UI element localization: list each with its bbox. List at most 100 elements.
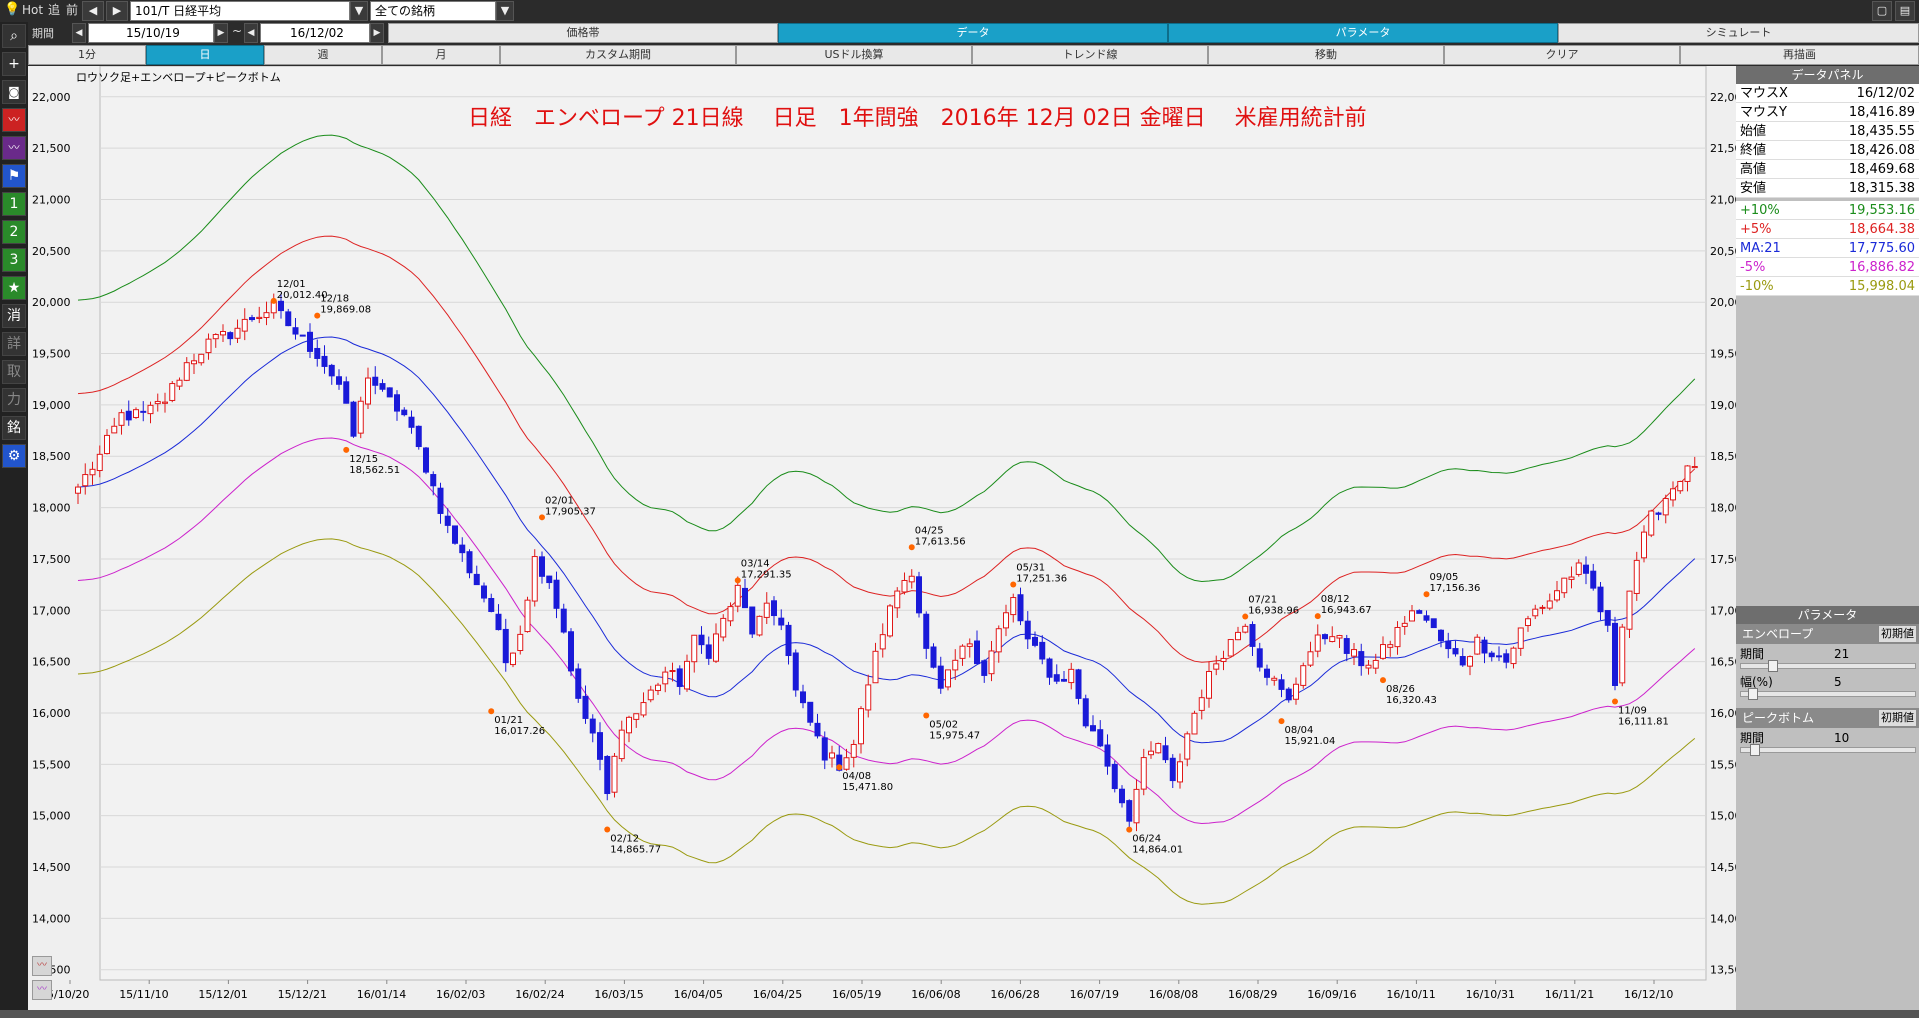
erase-button[interactable]: 消 [2, 304, 26, 328]
tab-usd-convert[interactable]: USドル換算 [736, 45, 972, 65]
candle-body [1648, 510, 1655, 536]
to-next-icon[interactable]: ▶ [370, 23, 384, 43]
initial-button-2[interactable]: 初期値 [1878, 709, 1917, 727]
preset-2-button[interactable]: 2 [2, 220, 26, 244]
candlestick-chart[interactable]: 12/0120,012.4012/1819,869.0812/1518,562.… [28, 66, 1736, 1010]
candle-body [1546, 600, 1553, 609]
line-chart-icon[interactable]: 〰 [2, 108, 26, 132]
width-slider-knob[interactable] [1748, 688, 1758, 700]
period-slider-knob[interactable] [1768, 660, 1778, 672]
mae-button[interactable]: 前 [66, 0, 78, 20]
y-tick-label-left: 22,000 [32, 91, 71, 104]
lightbulb-icon[interactable]: 💡 [4, 2, 20, 18]
bottom-scroll-bar[interactable] [0, 1010, 1919, 1018]
candle-body [1227, 639, 1234, 657]
candle-body [220, 330, 226, 336]
candle-body [1235, 631, 1241, 641]
data-panel-key: +5% [1740, 222, 1772, 237]
line-chart-icon[interactable]: 〰 [2, 136, 26, 160]
tab-price-band[interactable]: 価格帯 [388, 23, 778, 43]
tab-data[interactable]: データ [778, 23, 1168, 43]
peak-marker [343, 446, 350, 453]
candle-body [720, 617, 727, 638]
peak-value-label: 17,291.35 [741, 569, 792, 580]
candle-body [1525, 618, 1531, 627]
candle-body [589, 718, 596, 734]
symbol-dropdown-icon[interactable]: ▼ [350, 1, 368, 21]
data-panel-key: -10% [1740, 279, 1774, 294]
tab-month[interactable]: 月 [382, 45, 500, 65]
menu-button[interactable]: ▤ [1895, 1, 1915, 21]
preset-1-button[interactable]: 1 [2, 192, 26, 216]
candle-body [1655, 512, 1662, 515]
forward-arrow-icon[interactable]: ▶ [106, 1, 128, 21]
peak-date-label: 07/21 [1248, 595, 1277, 606]
symbol-button[interactable]: 銘 [2, 416, 26, 440]
tab-parameter[interactable]: パラメータ [1168, 23, 1558, 43]
tab-trendline[interactable]: トレンド線 [972, 45, 1208, 65]
tab-day[interactable]: 日 [146, 45, 264, 65]
candle-body [1670, 488, 1676, 501]
candle-body [394, 394, 400, 412]
tab-simulate[interactable]: シミュレート [1558, 23, 1919, 43]
candle-body [154, 400, 161, 405]
peak-period-slider-knob[interactable] [1750, 744, 1760, 756]
flag-icon[interactable]: ⚑ [2, 164, 26, 188]
candle-body [430, 474, 437, 487]
preset-3-button[interactable]: 3 [2, 248, 26, 272]
camera-icon[interactable]: ◙ [2, 80, 26, 104]
star-icon[interactable]: ★ [2, 276, 26, 300]
data-panel-row: MA:21 17,775.60 [1736, 239, 1919, 258]
y-tick-label-left: 18,000 [32, 502, 71, 515]
candle-body [829, 752, 835, 759]
peak-period-slider[interactable] [1740, 747, 1916, 753]
line-chart-icon[interactable]: 〰 [32, 980, 52, 1000]
candle-body [481, 585, 487, 599]
date-to-field[interactable]: 16/12/02 [260, 23, 370, 43]
back-arrow-icon[interactable]: ◀ [82, 1, 104, 21]
candle-body [1474, 636, 1481, 655]
tab-custom-period[interactable]: カスタム期間 [500, 45, 736, 65]
tsui-button[interactable]: 追 [48, 0, 60, 20]
period-param-value: 21 [1834, 647, 1850, 661]
data-panel-row: マウスY 18,416.89 [1736, 103, 1919, 122]
candle-body [1097, 729, 1104, 747]
tab-week[interactable]: 週 [264, 45, 382, 65]
candle-body [1213, 663, 1220, 670]
peak-value-label: 17,905.37 [545, 506, 596, 517]
power-button[interactable]: 力 [2, 388, 26, 412]
from-next-icon[interactable]: ▶ [214, 23, 228, 43]
peak-date-label: 05/31 [1016, 562, 1045, 573]
search-icon[interactable]: ⌕ [2, 24, 26, 48]
tab-clear[interactable]: クリア [1444, 45, 1680, 65]
tab-redraw[interactable]: 再描画 [1680, 45, 1919, 65]
right-panel: データパネル マウスX 16/12/02 マウスY 18,416.89 始値 18,435… [1736, 66, 1919, 1018]
period-slider[interactable] [1740, 663, 1916, 669]
candle-body [792, 652, 799, 691]
close-button[interactable]: ▢ [1872, 1, 1892, 21]
peak-date-label: 04/08 [842, 771, 871, 782]
tab-1min[interactable]: 1分 [28, 45, 146, 65]
initial-button-1[interactable]: 初期値 [1878, 625, 1917, 643]
candle-body [1111, 763, 1118, 790]
symbol-field[interactable]: 101/T 日経平均 [130, 1, 350, 21]
candle-body [763, 602, 770, 618]
to-prev-icon[interactable]: ◀ [244, 23, 258, 43]
x-tick-label: 16/08/29 [1228, 988, 1277, 1001]
gear-icon[interactable]: ⚙ [2, 444, 26, 468]
line-chart-icon[interactable]: 〰 [32, 956, 52, 976]
from-prev-icon[interactable]: ◀ [72, 23, 86, 43]
crosshair-icon[interactable]: + [2, 52, 26, 76]
tab-move[interactable]: 移動 [1208, 45, 1444, 65]
candle-body [800, 691, 806, 704]
hot-label[interactable]: Hot [22, 0, 43, 20]
candle-body [1423, 615, 1430, 621]
detail-button[interactable]: 詳 [2, 332, 26, 356]
candle-body [1024, 620, 1031, 640]
group-dropdown-icon[interactable]: ▼ [496, 1, 514, 21]
y-tick-label-right: 18,500 [1710, 450, 1736, 463]
group-select[interactable]: 全ての銘柄 [370, 1, 496, 21]
date-from-field[interactable]: 15/10/19 [88, 23, 214, 43]
trade-button[interactable]: 取 [2, 360, 26, 384]
width-slider[interactable] [1740, 691, 1916, 697]
